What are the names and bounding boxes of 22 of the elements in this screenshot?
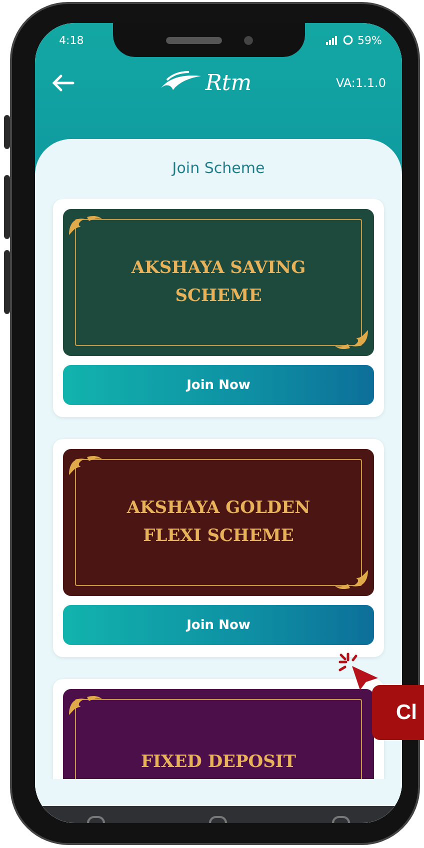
overlay-badge[interactable]: Cl: [372, 685, 424, 740]
scheme-title: AKSHAYA GOLDEN FLEXI SCHEME: [126, 497, 312, 548]
status-time: 4:18: [59, 34, 84, 46]
flourish-icon: [67, 213, 103, 237]
scheme-title: FIXED DEPOSIT: [140, 750, 296, 774]
back-arrow-icon[interactable]: [51, 74, 75, 92]
flourish-icon: [67, 453, 103, 477]
nav-home-icon[interactable]: [209, 816, 228, 823]
nav-recent-icon[interactable]: [87, 816, 106, 823]
battery-percent: 59%: [358, 34, 382, 46]
flourish-icon: [334, 328, 370, 352]
battery-ring-icon: [342, 35, 353, 45]
page-title: Join Scheme: [172, 159, 265, 177]
join-now-button[interactable]: Join Now: [63, 365, 374, 405]
scheme-title: AKSHAYA SAVING SCHEME: [130, 257, 307, 308]
logo-text: Rtm: [205, 70, 252, 96]
flourish-icon: [334, 568, 370, 592]
version-label: VA:1.1.0: [336, 76, 386, 90]
nav-back-icon[interactable]: [332, 816, 350, 823]
signal-icon: [326, 36, 338, 44]
join-now-button[interactable]: Join Now: [63, 605, 374, 645]
flourish-icon: [67, 693, 103, 717]
